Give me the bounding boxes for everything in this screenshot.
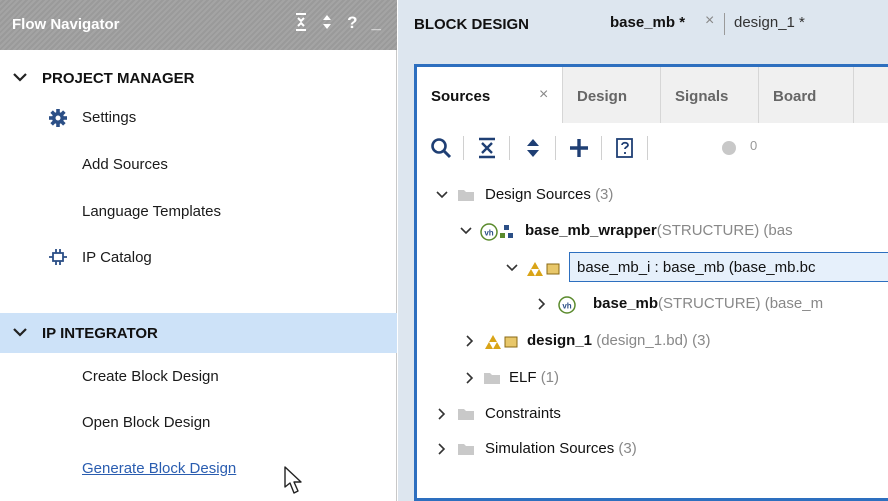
chevron-down-icon[interactable] — [435, 188, 449, 202]
collapse-all-icon[interactable] — [475, 136, 499, 160]
sources-window: Sources × Design Signals Board 0 Design … — [414, 64, 888, 501]
tree-label: base_mb_wrapper(STRUCTURE) (bas — [525, 222, 793, 239]
chevron-right-icon[interactable] — [463, 371, 477, 385]
properties-icon[interactable] — [613, 136, 637, 160]
nav-item-open-block-design[interactable]: Open Block Design — [0, 408, 397, 438]
toolbar-separator — [463, 136, 464, 160]
sources-tree: Design Sources (3) vh base_mb_wrapper(ST… — [417, 172, 888, 501]
tabbar-filler — [853, 67, 888, 123]
minimize-icon[interactable]: _ — [372, 12, 381, 38]
tree-label: ELF (1) — [509, 369, 560, 386]
tab-label: Sources — [431, 88, 491, 105]
vhdl-icon: vh — [480, 223, 498, 241]
tree-label: base_mb_i : base_mb (base_mb.bc — [577, 259, 816, 276]
vhdl-icon: vh — [558, 296, 576, 314]
collapse-all-icon[interactable] — [295, 12, 307, 38]
chevron-right-icon[interactable] — [435, 442, 449, 456]
nav-item-label: Settings — [82, 109, 137, 126]
toolbar-separator — [647, 136, 648, 160]
folder-icon — [458, 409, 474, 420]
search-icon[interactable] — [429, 136, 453, 160]
toolbar-separator — [601, 136, 602, 160]
sources-tabbar: Sources × Design Signals Board — [417, 67, 888, 123]
svg-text:vh: vh — [484, 229, 493, 238]
folder-icon — [458, 190, 474, 201]
chevron-right-icon[interactable] — [535, 297, 549, 311]
tree-label: Simulation Sources (3) — [485, 440, 637, 457]
tab-design[interactable]: Design — [562, 67, 660, 123]
chevron-right-icon[interactable] — [463, 334, 477, 348]
nav-item-label: Create Block Design — [82, 368, 219, 385]
chevron-down-icon[interactable] — [459, 224, 473, 238]
block-design-title: BLOCK DESIGN — [414, 16, 530, 33]
tab-signals[interactable]: Signals — [660, 67, 758, 123]
tree-row-base-mb-i[interactable]: base_mb_i : base_mb (base_mb.bc — [417, 252, 888, 285]
block-design-icon — [527, 262, 560, 276]
section-label: PROJECT MANAGER — [42, 69, 195, 87]
hierarchy-icon — [500, 225, 513, 238]
gear-icon — [49, 109, 67, 127]
section-label: IP INTEGRATOR — [42, 324, 158, 342]
expand-all-icon[interactable] — [321, 12, 333, 38]
close-icon[interactable]: × — [539, 86, 548, 104]
tree-label: Constraints — [485, 405, 561, 422]
chevron-down-icon — [13, 73, 27, 82]
nav-item-label: Add Sources — [82, 156, 168, 173]
tab-separator — [724, 13, 725, 35]
nav-item-generate-block-design[interactable]: Generate Block Design — [0, 454, 397, 484]
ip-catalog-icon — [49, 249, 67, 265]
flow-navigator: Flow Navigator ? _ PROJECT MANAGER Setti… — [0, 0, 397, 501]
tab-sources[interactable]: Sources × — [417, 67, 562, 123]
block-design-panel: BLOCK DESIGN base_mb * × design_1 * Sour… — [398, 0, 888, 501]
tab-label: Design — [577, 88, 628, 105]
tab-label: Signals — [675, 88, 729, 105]
nav-item-ip-catalog[interactable]: IP Catalog — [0, 243, 397, 273]
nav-item-create-block-design[interactable]: Create Block Design — [0, 362, 397, 392]
plus-icon[interactable] — [567, 136, 591, 160]
toolbar-separator — [509, 136, 510, 160]
status-count: 0 — [750, 138, 758, 153]
flow-navigator-header: Flow Navigator ? _ — [0, 0, 397, 50]
tab-board[interactable]: Board — [758, 67, 853, 123]
section-project-manager[interactable]: PROJECT MANAGER — [0, 58, 397, 98]
folder-icon — [484, 373, 500, 384]
nav-item-settings[interactable]: Settings — [0, 103, 397, 133]
status-circle-icon — [722, 141, 736, 155]
chevron-down-icon[interactable] — [505, 261, 519, 275]
tab-design-1[interactable]: design_1 * — [734, 14, 805, 31]
help-icon[interactable]: ? — [347, 12, 357, 38]
tab-label: Board — [773, 88, 817, 105]
mouse-pointer-icon — [284, 466, 302, 494]
chevron-down-icon — [13, 328, 27, 337]
tree-label: design_1 (design_1.bd) (3) — [527, 332, 711, 349]
tree-label: Design Sources (3) — [485, 186, 614, 203]
section-ip-integrator[interactable]: IP INTEGRATOR — [0, 313, 397, 353]
nav-item-label: Open Block Design — [82, 414, 211, 431]
expand-all-icon[interactable] — [521, 136, 545, 160]
tab-base-mb[interactable]: base_mb * — [610, 14, 685, 31]
close-icon[interactable]: × — [705, 12, 714, 30]
folder-icon — [458, 444, 474, 455]
toolbar-separator — [555, 136, 556, 160]
block-design-header: BLOCK DESIGN base_mb * × design_1 * — [398, 0, 888, 50]
flow-navigator-title: Flow Navigator — [12, 16, 120, 33]
nav-item-label: IP Catalog — [82, 249, 152, 266]
nav-item-language-templates[interactable]: Language Templates — [0, 197, 397, 227]
sources-toolbar: 0 — [417, 124, 888, 172]
svg-text:vh: vh — [562, 302, 571, 311]
tree-label: base_mb(STRUCTURE) (base_m — [593, 295, 824, 312]
block-design-icon — [485, 335, 518, 349]
flow-navigator-tools: ? _ — [295, 12, 381, 38]
nav-item-add-sources[interactable]: Add Sources — [0, 150, 397, 180]
nav-item-label: Generate Block Design — [82, 460, 237, 477]
nav-item-label: Language Templates — [82, 203, 221, 220]
chevron-right-icon[interactable] — [435, 407, 449, 421]
